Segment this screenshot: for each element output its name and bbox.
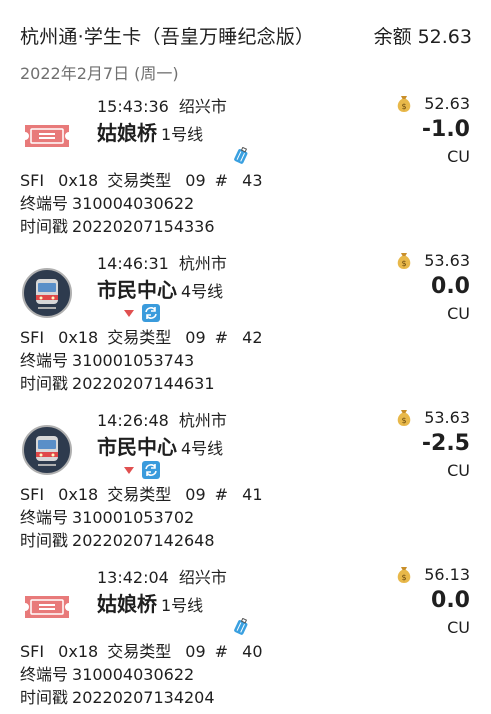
amount-unit: CU bbox=[447, 147, 470, 166]
transaction-time: 15:43:36 绍兴市 bbox=[97, 97, 227, 116]
transaction-station: 姑娘桥 1号线 bbox=[97, 588, 203, 617]
transaction-terminal-row: 终端号 310001053743 bbox=[20, 351, 195, 370]
svg-text:$: $ bbox=[402, 259, 407, 268]
transaction-sfi-row: SFI 0x18 交易类型 09 # 43 bbox=[20, 171, 263, 190]
balance-after: $ 53.63 bbox=[394, 407, 470, 427]
money-bag-icon: $ bbox=[397, 96, 411, 112]
svg-text:$: $ bbox=[402, 416, 407, 425]
transaction-timestamp-row: 时间戳 20220207144631 bbox=[20, 374, 215, 393]
date-heading: 2022年2月7日 (周一) bbox=[20, 64, 179, 83]
amount-unit: CU bbox=[447, 304, 470, 323]
transaction-sfi-row: SFI 0x18 交易类型 09 # 42 bbox=[20, 328, 263, 347]
ticket-icon bbox=[25, 596, 69, 618]
transaction-amount: 0.0 bbox=[431, 274, 470, 299]
subway-icon bbox=[22, 268, 72, 318]
money-bag-icon: $ bbox=[397, 567, 411, 583]
transaction-amount: -2.5 bbox=[421, 431, 470, 456]
transaction-item[interactable]: 14:46:31 杭州市 市民中心 4号线 $ 53.63 0.0 CU SFI 0… bbox=[0, 250, 491, 407]
card-title: 杭州通·学生卡（吾皇万睡纪念版） bbox=[20, 26, 315, 48]
line-name: 4号线 bbox=[181, 439, 224, 458]
transaction-amount: -1.0 bbox=[421, 117, 470, 142]
transaction-city: 杭州市 bbox=[178, 411, 227, 430]
transaction-amount: 0.0 bbox=[431, 588, 470, 613]
line-name: 4号线 bbox=[181, 282, 224, 301]
card-header: 杭州通·学生卡（吾皇万睡纪念版） 余额 52.63 bbox=[20, 18, 472, 52]
balance-after: $ 53.63 bbox=[394, 250, 470, 270]
card-balance: 余额 52.63 bbox=[374, 22, 472, 49]
transaction-station: 姑娘桥 1号线 bbox=[97, 117, 203, 146]
transaction-sfi-row: SFI 0x18 交易类型 09 # 40 bbox=[20, 642, 263, 661]
transaction-city: 绍兴市 bbox=[178, 97, 227, 116]
luggage-icon bbox=[234, 147, 248, 164]
transaction-station: 市民中心 4号线 bbox=[97, 274, 223, 303]
station-name: 市民中心 bbox=[97, 278, 177, 302]
transaction-time: 14:26:48 杭州市 bbox=[97, 411, 227, 430]
line-name: 1号线 bbox=[161, 596, 204, 615]
money-bag-icon: $ bbox=[397, 253, 411, 269]
transfer-icon bbox=[124, 461, 160, 479]
transaction-terminal-row: 终端号 310001053702 bbox=[20, 508, 195, 527]
transaction-timestamp-row: 时间戳 20220207134204 bbox=[20, 688, 215, 707]
transaction-sfi-row: SFI 0x18 交易类型 09 # 41 bbox=[20, 485, 263, 504]
money-bag-icon: $ bbox=[397, 410, 411, 426]
transaction-item[interactable]: 14:26:48 杭州市 市民中心 4号线 $ 53.63 -2.5 CU SFI … bbox=[0, 407, 491, 564]
balance-label: 余额 bbox=[373, 26, 412, 48]
balance-after: $ 52.63 bbox=[394, 93, 470, 113]
amount-unit: CU bbox=[447, 618, 470, 637]
station-name: 姑娘桥 bbox=[97, 121, 157, 145]
luggage-icon bbox=[234, 618, 248, 635]
transaction-terminal-row: 终端号 310004030622 bbox=[20, 665, 195, 684]
station-name: 姑娘桥 bbox=[97, 592, 157, 616]
transaction-time: 14:46:31 杭州市 bbox=[97, 254, 227, 273]
transaction-item[interactable]: 13:42:04 绍兴市 姑娘桥 1号线 $ 56.13 0.0 CU SFI 0x… bbox=[0, 564, 491, 714]
transaction-item[interactable]: 15:43:36 绍兴市 姑娘桥 1号线 $ 52.63 -1.0 CU SFI 0… bbox=[0, 93, 491, 250]
subway-icon bbox=[22, 425, 72, 475]
ticket-icon bbox=[25, 125, 69, 147]
svg-text:$: $ bbox=[402, 573, 407, 582]
transaction-city: 杭州市 bbox=[178, 254, 227, 273]
amount-unit: CU bbox=[447, 461, 470, 480]
transfer-icon bbox=[124, 304, 160, 322]
transaction-timestamp-row: 时间戳 20220207142648 bbox=[20, 531, 215, 550]
balance-after: $ 56.13 bbox=[394, 564, 470, 584]
transaction-timestamp-row: 时间戳 20220207154336 bbox=[20, 217, 215, 236]
line-name: 1号线 bbox=[161, 125, 204, 144]
transaction-time: 13:42:04 绍兴市 bbox=[97, 568, 227, 587]
transaction-city: 绍兴市 bbox=[178, 568, 227, 587]
transaction-station: 市民中心 4号线 bbox=[97, 431, 223, 460]
transaction-terminal-row: 终端号 310004030622 bbox=[20, 194, 195, 213]
svg-text:$: $ bbox=[402, 102, 407, 111]
station-name: 市民中心 bbox=[97, 435, 177, 459]
balance-value: 52.63 bbox=[417, 26, 472, 48]
